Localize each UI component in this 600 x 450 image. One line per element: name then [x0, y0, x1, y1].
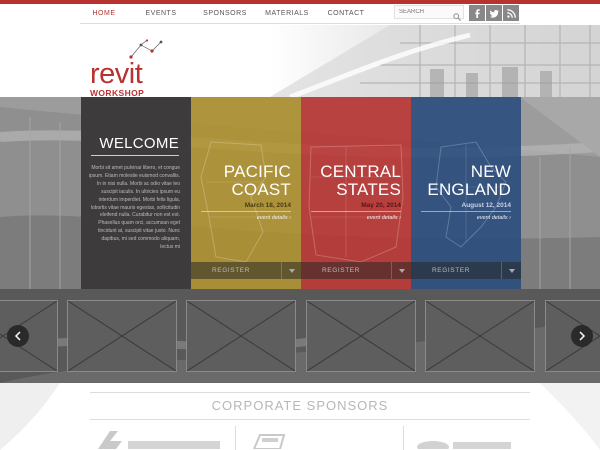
chevron-left-icon [14, 331, 21, 341]
carousel-prev-button[interactable] [7, 325, 29, 347]
carousel-thumbnail[interactable] [306, 300, 416, 372]
register-button[interactable]: REGISTER [191, 262, 271, 279]
site-header: revit WORKSHOP [0, 25, 600, 97]
welcome-body-text: Morbi sit amet pulvinar libero, et congu… [88, 165, 180, 251]
register-bar[interactable]: REGISTER [191, 262, 301, 279]
corporate-sponsors-section: CORPORATE SPONSORS [0, 383, 600, 450]
carousel-next-button[interactable] [571, 325, 593, 347]
rss-icon[interactable] [503, 5, 519, 21]
event-panel-central-states[interactable]: CENTRAL STATES May 20, 2014 event detail… [301, 97, 411, 289]
twitter-icon[interactable] [486, 5, 502, 21]
chevron-down-icon [508, 268, 515, 273]
event-details-link[interactable]: event details › [257, 215, 291, 221]
nav-materials[interactable]: MATERIALS [256, 4, 318, 24]
register-dropdown-toggle[interactable] [281, 262, 301, 279]
event-date: May 20, 2014 [361, 202, 401, 209]
region-title-line2: ENGLAND [427, 180, 511, 199]
event-details-label: event details [256, 215, 288, 221]
sponsors-rule-top [90, 392, 530, 393]
revit-workshop-logo[interactable]: revit WORKSHOP [90, 58, 145, 98]
nav-home[interactable]: HOME [80, 1, 128, 24]
sponsor-divider [235, 426, 236, 450]
carousel-thumbnail[interactable] [425, 300, 535, 372]
nav-events[interactable]: EVENTS [128, 4, 194, 24]
logo-wordmark: revit [90, 58, 143, 90]
register-bar[interactable]: REGISTER [411, 262, 521, 279]
event-date: March 18, 2014 [244, 202, 291, 209]
event-panel-pacific-coast[interactable]: PACIFIC COAST March 18, 2014 event detai… [191, 97, 301, 289]
sponsors-rule-bottom [90, 419, 530, 420]
event-details-link[interactable]: event details › [367, 215, 401, 221]
sponsor-logo-2[interactable] [250, 429, 290, 449]
image-carousel [0, 289, 600, 383]
region-title-line1: CENTRAL [320, 162, 401, 181]
chevron-down-icon [398, 268, 405, 273]
carousel-thumbnail[interactable] [186, 300, 296, 372]
hero-section: WELCOME Morbi sit amet pulvinar libero, … [0, 97, 600, 289]
welcome-panel: WELCOME Morbi sit amet pulvinar libero, … [81, 97, 191, 289]
register-button[interactable]: REGISTER [301, 262, 381, 279]
chevron-right-icon: › [399, 215, 401, 221]
search-icon[interactable] [453, 8, 461, 21]
register-button[interactable]: REGISTER [411, 262, 491, 279]
region-title-line1: PACIFIC [223, 162, 291, 181]
chevron-right-icon: › [509, 215, 511, 221]
nav-contact[interactable]: CONTACT [318, 4, 374, 24]
region-title: PACIFIC COAST [191, 163, 291, 199]
welcome-title: WELCOME [99, 135, 179, 152]
logo-subtitle: WORKSHOP [90, 88, 145, 97]
region-title-line1: NEW [470, 162, 511, 181]
event-details-label: event details [476, 215, 508, 221]
nav-sponsors[interactable]: SPONSORS [194, 4, 256, 24]
event-date: August 12, 2014 [461, 202, 512, 209]
sponsor-divider [403, 426, 404, 450]
facebook-icon[interactable] [469, 5, 485, 21]
event-details-link[interactable]: event details › [477, 215, 511, 221]
register-bar[interactable]: REGISTER [301, 262, 411, 279]
chevron-right-icon [579, 331, 586, 341]
region-title-line2: STATES [336, 180, 401, 199]
region-title-line2: COAST [231, 180, 291, 199]
region-divider [311, 211, 401, 212]
sponsors-heading: CORPORATE SPONSORS [211, 398, 389, 413]
logo-molecule-icon [129, 39, 163, 59]
event-details-label: event details [366, 215, 398, 221]
welcome-divider [91, 155, 179, 156]
chevron-right-icon: › [289, 215, 291, 221]
event-panel-new-england[interactable]: NEW ENGLAND August 12, 2014 event detail… [411, 97, 521, 289]
sponsor-logo-1[interactable] [96, 429, 226, 449]
region-title: NEW ENGLAND [411, 163, 511, 199]
carousel-thumbnail[interactable] [67, 300, 177, 372]
register-dropdown-toggle[interactable] [391, 262, 411, 279]
header-architecture-photo [270, 25, 600, 97]
sponsor-logo-3[interactable] [415, 429, 515, 449]
region-title: CENTRAL STATES [301, 163, 401, 199]
chevron-down-icon [288, 268, 295, 273]
region-divider [201, 211, 291, 212]
register-dropdown-toggle[interactable] [501, 262, 521, 279]
region-divider [421, 211, 511, 212]
